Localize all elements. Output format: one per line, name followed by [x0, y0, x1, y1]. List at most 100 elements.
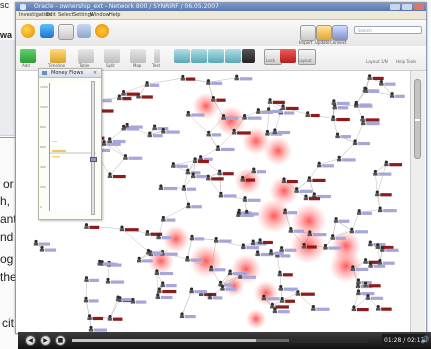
- person-icon: [307, 176, 311, 180]
- menu-help[interactable]: Help: [109, 11, 120, 19]
- import-button[interactable]: [300, 25, 316, 41]
- play-button[interactable]: ▶: [40, 335, 51, 346]
- network-edge: [339, 142, 356, 159]
- timeline-icon[interactable]: [50, 49, 66, 63]
- refresh-icon[interactable]: [21, 24, 35, 38]
- text-icon[interactable]: [154, 49, 160, 63]
- connect-button[interactable]: [332, 25, 348, 41]
- window-title: Oracle - ownership_ext - Network 800 / S…: [34, 3, 219, 10]
- person-icon-body: [161, 130, 166, 134]
- person-icon-body: [379, 83, 384, 86]
- person-icon-body: [107, 318, 113, 321]
- layout-tree-icon[interactable]: [191, 49, 207, 63]
- rewind-button[interactable]: ◀: [25, 335, 36, 346]
- stop-icon[interactable]: [280, 49, 296, 63]
- layout-grid-icon[interactable]: [225, 49, 241, 63]
- person-icon-body: [220, 288, 225, 291]
- network-edge: [351, 212, 360, 231]
- node-label: [142, 259, 153, 263]
- network-node: [363, 281, 381, 288]
- document-icon[interactable]: [58, 24, 74, 40]
- person-icon-body: [375, 246, 380, 249]
- person-icon-body: [130, 300, 136, 304]
- node-label: [308, 197, 321, 201]
- menu-window[interactable]: Window: [90, 11, 110, 19]
- person-icon-body: [189, 290, 194, 294]
- table-icon[interactable]: [78, 49, 94, 63]
- layout-icon[interactable]: [174, 49, 190, 63]
- update-button[interactable]: [316, 25, 332, 41]
- person-icon-body: [257, 241, 263, 245]
- money-flows-slider[interactable]: [90, 81, 97, 215]
- person-icon: [384, 160, 388, 164]
- map-icon[interactable]: [130, 49, 146, 63]
- close-window-button[interactable]: [414, 4, 424, 10]
- node-label: [126, 92, 140, 96]
- title-bar[interactable]: Oracle - ownership_ext - Network 800 / S…: [16, 3, 426, 11]
- close-icon[interactable]: ×: [92, 70, 98, 76]
- person-icon-body: [186, 113, 191, 117]
- person-icon: [262, 294, 266, 298]
- person-icon: [155, 269, 159, 273]
- person-icon-body: [307, 179, 312, 182]
- camera-icon[interactable]: [242, 49, 255, 63]
- search-input[interactable]: Search: [354, 26, 422, 34]
- node-label: [107, 142, 121, 146]
- minimize-button[interactable]: [390, 4, 400, 10]
- network-node: [242, 196, 261, 202]
- person-icon-body: [234, 77, 239, 81]
- person-icon-body: [331, 102, 337, 105]
- money-tick: 0: [40, 205, 42, 209]
- layout-radial-icon[interactable]: [208, 49, 224, 63]
- money-flows-panel[interactable]: Money Flows × 1200 1000 800 600 400 200 …: [38, 68, 102, 220]
- node-label: [342, 158, 356, 162]
- folder-icon[interactable]: [77, 24, 91, 38]
- money-flows-title: Money Flows: [51, 70, 84, 76]
- graph-vertical-scrollbar[interactable]: [410, 71, 425, 333]
- person-icon-body: [157, 290, 162, 294]
- slider-knob[interactable]: [90, 157, 97, 162]
- person-icon: [368, 74, 372, 78]
- menu-select[interactable]: Select: [58, 11, 73, 19]
- info-icon[interactable]: [95, 24, 109, 38]
- maximize-button[interactable]: [402, 4, 412, 10]
- flow-icon[interactable]: [40, 24, 54, 38]
- node-label: [336, 101, 350, 106]
- network-node: [317, 161, 334, 168]
- volume-icon[interactable]: 🔊: [419, 334, 431, 346]
- person-icon-body: [84, 279, 89, 282]
- node-label: [271, 109, 283, 114]
- person-icon: [145, 81, 149, 85]
- person-icon-body: [363, 261, 368, 264]
- network-node: [107, 137, 126, 144]
- money-flows-header[interactable]: Money Flows ×: [39, 69, 101, 78]
- person-icon: [34, 239, 38, 244]
- node-label: [89, 225, 100, 229]
- menu-edit[interactable]: Edit: [46, 11, 56, 19]
- network-node: [84, 276, 99, 282]
- person-icon: [352, 305, 356, 309]
- stop-button[interactable]: ■: [55, 335, 66, 346]
- network-node: [331, 99, 350, 106]
- person-icon: [265, 129, 270, 134]
- person-icon: [243, 196, 247, 200]
- split-icon[interactable]: [104, 49, 120, 63]
- network-node: [277, 270, 293, 277]
- node-label: [166, 218, 176, 222]
- node-label: [124, 228, 139, 232]
- network-node: [377, 206, 397, 213]
- person-icon: [390, 92, 394, 96]
- person-icon-body: [360, 118, 365, 122]
- person-icon: [180, 312, 184, 316]
- node-label: [39, 242, 50, 246]
- node-label: [196, 174, 208, 179]
- person-icon: [191, 172, 195, 176]
- node-label: [112, 139, 126, 144]
- add-icon[interactable]: [20, 49, 36, 63]
- network-node: [367, 74, 384, 81]
- person-icon: [251, 239, 255, 243]
- person-icon-body: [154, 272, 160, 276]
- node-label: [214, 268, 226, 272]
- node-label: [211, 177, 224, 181]
- network-node: [256, 108, 274, 114]
